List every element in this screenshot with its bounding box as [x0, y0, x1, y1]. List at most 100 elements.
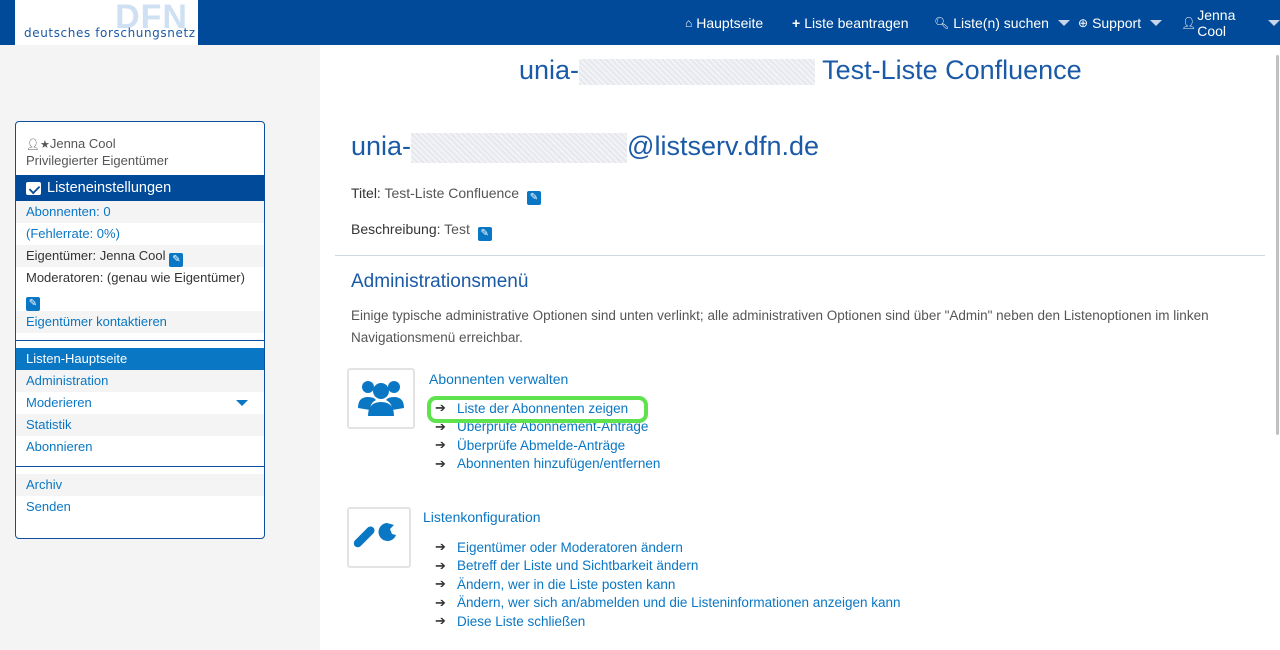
sidebar-section-list-settings: Listeneinstellungen — [16, 175, 264, 201]
link-label[interactable]: Abonnenten hinzufügen/entfernen — [457, 456, 660, 471]
arrow-right-icon: ➔ — [435, 613, 446, 629]
sidebar-item-moderate[interactable]: Moderieren — [16, 392, 264, 414]
sidebar-subscribers-link[interactable]: Abonnenten: 0 — [16, 201, 264, 223]
divider — [335, 255, 1265, 256]
sidebar-item-archive[interactable]: Archiv — [16, 474, 264, 496]
chevron-down-icon — [1268, 19, 1280, 26]
arrow-right-icon: ➔ — [435, 576, 446, 592]
sidebar-contact-owner[interactable]: Eigentümer kontaktieren — [16, 311, 264, 333]
redacted-block — [579, 58, 816, 85]
subscribers-group-icon — [347, 368, 415, 429]
arrow-right-icon: ➔ — [435, 437, 446, 453]
plus-icon: + — [792, 14, 801, 31]
subscribers-count[interactable]: Abonnenten: 0 — [26, 204, 111, 219]
user-icon: 👤︎ — [26, 139, 40, 151]
list-title-field: Titel: Test-Liste Confluence ✎ — [351, 185, 541, 205]
sidebar-item-send-label[interactable]: Senden — [26, 499, 71, 514]
sidebar-item-subscribe[interactable]: Abonnieren — [16, 436, 264, 458]
nav-home[interactable]: ⌂ Hauptseite — [685, 0, 763, 45]
link-add-remove-subscribers[interactable]: ➔ Abonnenten hinzufügen/entfernen — [435, 455, 660, 474]
error-rate[interactable]: (Fehlerrate: 0%) — [26, 226, 120, 241]
link-change-subscribe-rights[interactable]: ➔ Ändern, wer sich an/abmelden und die Li… — [435, 594, 901, 613]
sidebar-item-administration-label[interactable]: Administration — [26, 373, 108, 388]
edit-description-icon[interactable]: ✎ — [477, 227, 492, 241]
sidebar-item-send[interactable]: Senden — [16, 496, 264, 518]
arrow-right-icon: ➔ — [435, 557, 446, 573]
dfn-logo[interactable]: DFN deutsches forschungsnetz — [15, 0, 198, 45]
sidebar-item-list-home[interactable]: Listen-Hauptseite — [16, 348, 264, 370]
star-icon: ★ — [39, 139, 50, 151]
chevron-down-icon[interactable] — [236, 400, 248, 406]
chevron-down-icon — [1057, 19, 1070, 26]
sidebar-error-rate[interactable]: (Fehlerrate: 0%) — [16, 223, 264, 245]
link-label[interactable]: Diese Liste schließen — [457, 614, 585, 629]
scrollbar-thumb[interactable] — [1276, 55, 1279, 435]
nav-support-label: Support — [1092, 14, 1142, 31]
redacted-block — [411, 132, 628, 163]
link-label[interactable]: Betreff der Liste und Sichtbarkeit änder… — [457, 558, 698, 573]
nav-search-label: Liste(n) suchen — [953, 14, 1049, 31]
sidebar-item-moderate-label[interactable]: Moderieren — [26, 395, 92, 410]
nav-user-menu[interactable]: 👤︎ Jenna Cool — [1181, 0, 1280, 45]
sidebar-item-administration[interactable]: Administration — [16, 370, 264, 392]
list-address: unia- @listserv.dfn.de — [351, 131, 819, 163]
list-address-prefix: unia- — [351, 131, 412, 161]
list-configuration-links: ➔ Eigentümer oder Moderatoren ändern ➔ Bet… — [435, 538, 901, 631]
sidebar-item-archive-label[interactable]: Archiv — [26, 477, 62, 492]
sidebar-menu-2: Archiv Senden — [16, 474, 264, 518]
nav-request-label: Liste beantragen — [804, 14, 909, 31]
scrollbar[interactable] — [1275, 45, 1280, 650]
sidebar-item-statistics-label[interactable]: Statistik — [26, 417, 72, 432]
list-description-field: Beschreibung: Test ✎ — [351, 221, 492, 241]
list-address-domain: @listserv.dfn.de — [627, 131, 820, 161]
nav-user-label: Jenna Cool — [1197, 6, 1236, 39]
moderators-text: Moderatoren: (genau wie Eigentümer) — [26, 270, 245, 285]
manage-subscribers-title[interactable]: Abonnenten verwalten — [429, 371, 568, 387]
page-title-prefix: unia- — [519, 55, 580, 85]
description-value: Test — [444, 221, 470, 237]
home-icon: ⌂ — [685, 15, 693, 30]
link-label[interactable]: Ändern, wer sich an/abmelden und die Lis… — [457, 595, 901, 610]
admin-menu-description: Einige typische administrative Optionen … — [351, 308, 1209, 345]
page-title: unia- Test-Liste Confluence — [519, 55, 1082, 86]
sidebar-user-role: Privilegierter Eigentümer — [26, 153, 169, 168]
edit-title-icon[interactable]: ✎ — [527, 191, 541, 205]
page-title-suffix: Test-Liste Confluence — [822, 55, 1082, 85]
link-review-unsubscriptions[interactable]: ➔ Überprüfe Abmelde-Anträge — [435, 436, 660, 455]
edit-moderators-icon[interactable]: ✎ — [26, 297, 40, 311]
nav-search-lists[interactable]: 🔍︎ Liste(n) suchen — [934, 0, 1070, 45]
user-icon: 👤︎ — [1181, 15, 1197, 30]
admin-menu-heading: Administrationsmenü — [351, 271, 529, 292]
logo-text: deutsches forschungsnetz — [24, 26, 196, 40]
title-label: Titel: — [351, 185, 381, 201]
nav-support[interactable]: ⊕ Support — [1078, 0, 1163, 45]
list-configuration-title[interactable]: Listenkonfiguration — [423, 509, 541, 525]
link-change-subject-visibility[interactable]: ➔ Betreff der Liste und Sichtbarkeit ände… — [435, 557, 901, 576]
sidebar-user-name: Jenna Cool — [49, 136, 116, 151]
top-navbar: DFN deutsches forschungsnetz ⌂ Hauptseit… — [0, 0, 1280, 45]
link-label[interactable]: Eigentümer oder Moderatoren ändern — [457, 540, 683, 555]
sidebar-user-info: 👤︎★Jenna Cool Privilegierter Eigentümer — [16, 122, 264, 175]
wrench-icon — [347, 507, 411, 568]
sidebar-item-subscribe-label[interactable]: Abonnieren — [26, 439, 93, 454]
search-icon: 🔍︎ — [934, 15, 950, 30]
sidebar-moderators: Moderatoren: (genau wie Eigentümer) ✎ — [16, 267, 264, 311]
sidebar-section-title: Listeneinstellungen — [47, 180, 172, 196]
sidebar-owner: Eigentümer: Jenna Cool ✎ — [16, 245, 264, 267]
contact-owner-link[interactable]: Eigentümer kontaktieren — [26, 314, 167, 329]
link-label[interactable]: Ändern, wer in die Liste posten kann — [457, 577, 675, 592]
nav-home-label: Hauptseite — [696, 14, 764, 31]
link-change-posters[interactable]: ➔ Ändern, wer in die Liste posten kann — [435, 575, 901, 594]
edit-owner-icon[interactable]: ✎ — [169, 253, 184, 267]
sidebar-divider — [16, 333, 264, 341]
link-close-list[interactable]: ➔ Diese Liste schließen — [435, 612, 901, 631]
link-change-owners[interactable]: ➔ Eigentümer oder Moderatoren ändern — [435, 538, 901, 557]
arrow-right-icon: ➔ — [435, 594, 446, 610]
main-content: unia- Test-Liste Confluence unia- @listse… — [320, 45, 1275, 650]
nav-request-list[interactable]: + Liste beantragen — [792, 0, 909, 45]
sidebar-item-statistics[interactable]: Statistik — [16, 414, 264, 436]
chevron-down-icon — [1150, 19, 1163, 26]
link-label[interactable]: Überprüfe Abmelde-Anträge — [457, 438, 625, 453]
owner-text: Eigentümer: Jenna Cool — [26, 248, 166, 263]
sidebar: 👤︎★Jenna Cool Privilegierter Eigentümer … — [15, 121, 265, 539]
